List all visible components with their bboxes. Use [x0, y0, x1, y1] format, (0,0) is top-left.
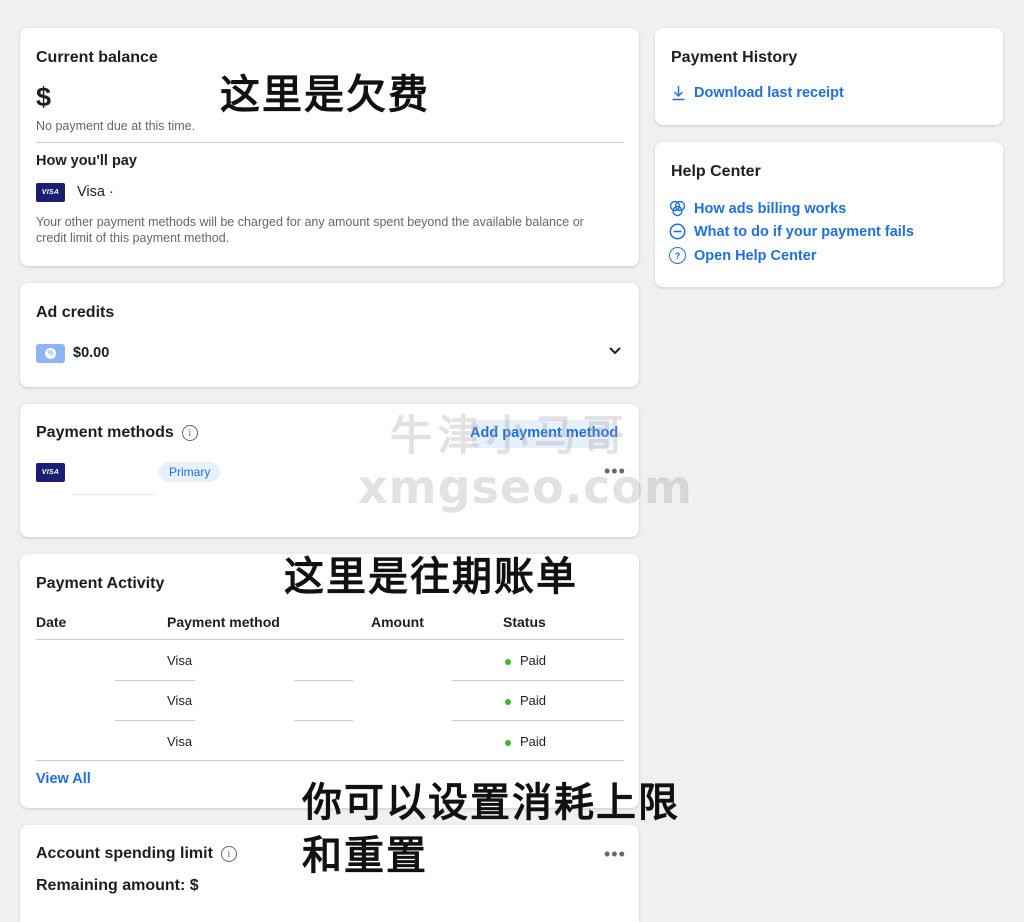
- other-methods-note: Your other payment methods will be charg…: [36, 215, 584, 245]
- row-divider: [115, 680, 195, 681]
- visa-card-icon: VISA: [36, 183, 65, 202]
- status-label: Paid: [520, 734, 547, 749]
- annotation-limit-line2: 和重置: [302, 833, 428, 879]
- spending-limit-label: Account spending limit: [36, 845, 213, 862]
- payment-activity-title: Payment Activity: [36, 575, 165, 592]
- row-method: Visa: [167, 653, 193, 668]
- status-label: Paid: [520, 653, 547, 668]
- row-divider: [452, 680, 624, 681]
- row-divider: [294, 680, 353, 681]
- venn-icon: [669, 200, 686, 217]
- spending-limit-title: Account spending limit i: [36, 845, 237, 863]
- primary-badge: Primary: [159, 462, 221, 482]
- ad-credits-amount: $0.00: [73, 345, 110, 361]
- payment-methods-label: Payment methods: [36, 424, 174, 441]
- chevron-down-icon[interactable]: [609, 347, 621, 355]
- help-center-card: Help Center How ads billing works What t…: [655, 142, 1003, 287]
- paid-status-dot: [505, 658, 511, 665]
- ad-credits-title: Ad credits: [36, 304, 115, 321]
- payment-fails-link[interactable]: What to do if your payment fails: [669, 223, 914, 240]
- current-balance-title: Current balance: [36, 49, 158, 66]
- row-status: Paid: [505, 693, 546, 708]
- watermark-chinese: 牛津小马哥: [390, 411, 631, 460]
- annotation-past-bills: 这里是往期账单: [284, 554, 578, 600]
- row-divider: [115, 720, 195, 721]
- visa-card-name: Visa ·: [77, 184, 114, 200]
- annotation-debt: 这里是欠费: [220, 72, 430, 118]
- minus-circle-icon: [669, 223, 686, 240]
- balance-divider: [36, 142, 624, 143]
- paid-status-dot: [505, 739, 511, 746]
- payment-history-card: Payment History Download last receipt: [655, 28, 1003, 125]
- row-status: Paid: [505, 734, 546, 749]
- how-you-pay-title: How you'll pay: [36, 153, 137, 169]
- col-status: Status: [503, 614, 546, 630]
- col-amount: Amount: [371, 614, 424, 630]
- watermark-domain: xmgseo.com: [358, 460, 693, 514]
- payment-fails-label: What to do if your payment fails: [694, 223, 914, 240]
- status-label: Paid: [520, 693, 547, 708]
- paid-status-dot: [505, 698, 511, 705]
- row-method: Visa: [167, 693, 193, 708]
- no-payment-note: No payment due at this time.: [36, 119, 196, 133]
- download-icon: [672, 86, 685, 101]
- more-options-icon[interactable]: •••: [604, 845, 626, 863]
- how-billing-works-label: How ads billing works: [694, 200, 847, 217]
- help-center-title: Help Center: [671, 163, 761, 180]
- question-circle-icon: ?: [669, 247, 686, 264]
- card-expiry-redacted: [72, 494, 154, 495]
- download-receipt-label: Download last receipt: [694, 85, 844, 101]
- remaining-amount: Remaining amount: $: [36, 877, 199, 894]
- balance-amount: $: [36, 82, 52, 112]
- payment-history-title: Payment History: [671, 49, 798, 66]
- col-date: Date: [36, 614, 67, 630]
- row-status: Paid: [505, 653, 546, 668]
- header-divider: [36, 639, 624, 640]
- table-bottom-divider: [36, 760, 624, 761]
- row-divider: [294, 720, 353, 721]
- payment-methods-title: Payment methods i: [36, 424, 198, 442]
- download-receipt-link[interactable]: Download last receipt: [671, 85, 844, 101]
- view-all-link[interactable]: View All: [36, 771, 91, 787]
- info-icon[interactable]: i: [181, 425, 198, 441]
- open-help-center-label: Open Help Center: [694, 247, 817, 264]
- open-help-center-link[interactable]: ? Open Help Center: [669, 247, 816, 264]
- ad-credits-card[interactable]: Ad credits % $0.00: [20, 283, 639, 387]
- ad-credit-coupon-icon: %: [36, 344, 65, 363]
- visa-card-icon: VISA: [36, 463, 65, 482]
- row-divider: [452, 720, 624, 721]
- how-billing-works-link[interactable]: How ads billing works: [669, 200, 846, 217]
- current-balance-card: Current balance $ No payment due at this…: [20, 28, 639, 266]
- col-payment-method: Payment method: [167, 614, 280, 630]
- info-icon[interactable]: i: [220, 846, 237, 862]
- annotation-limit-line1: 你可以设置消耗上限: [302, 780, 680, 826]
- row-method: Visa: [167, 734, 193, 749]
